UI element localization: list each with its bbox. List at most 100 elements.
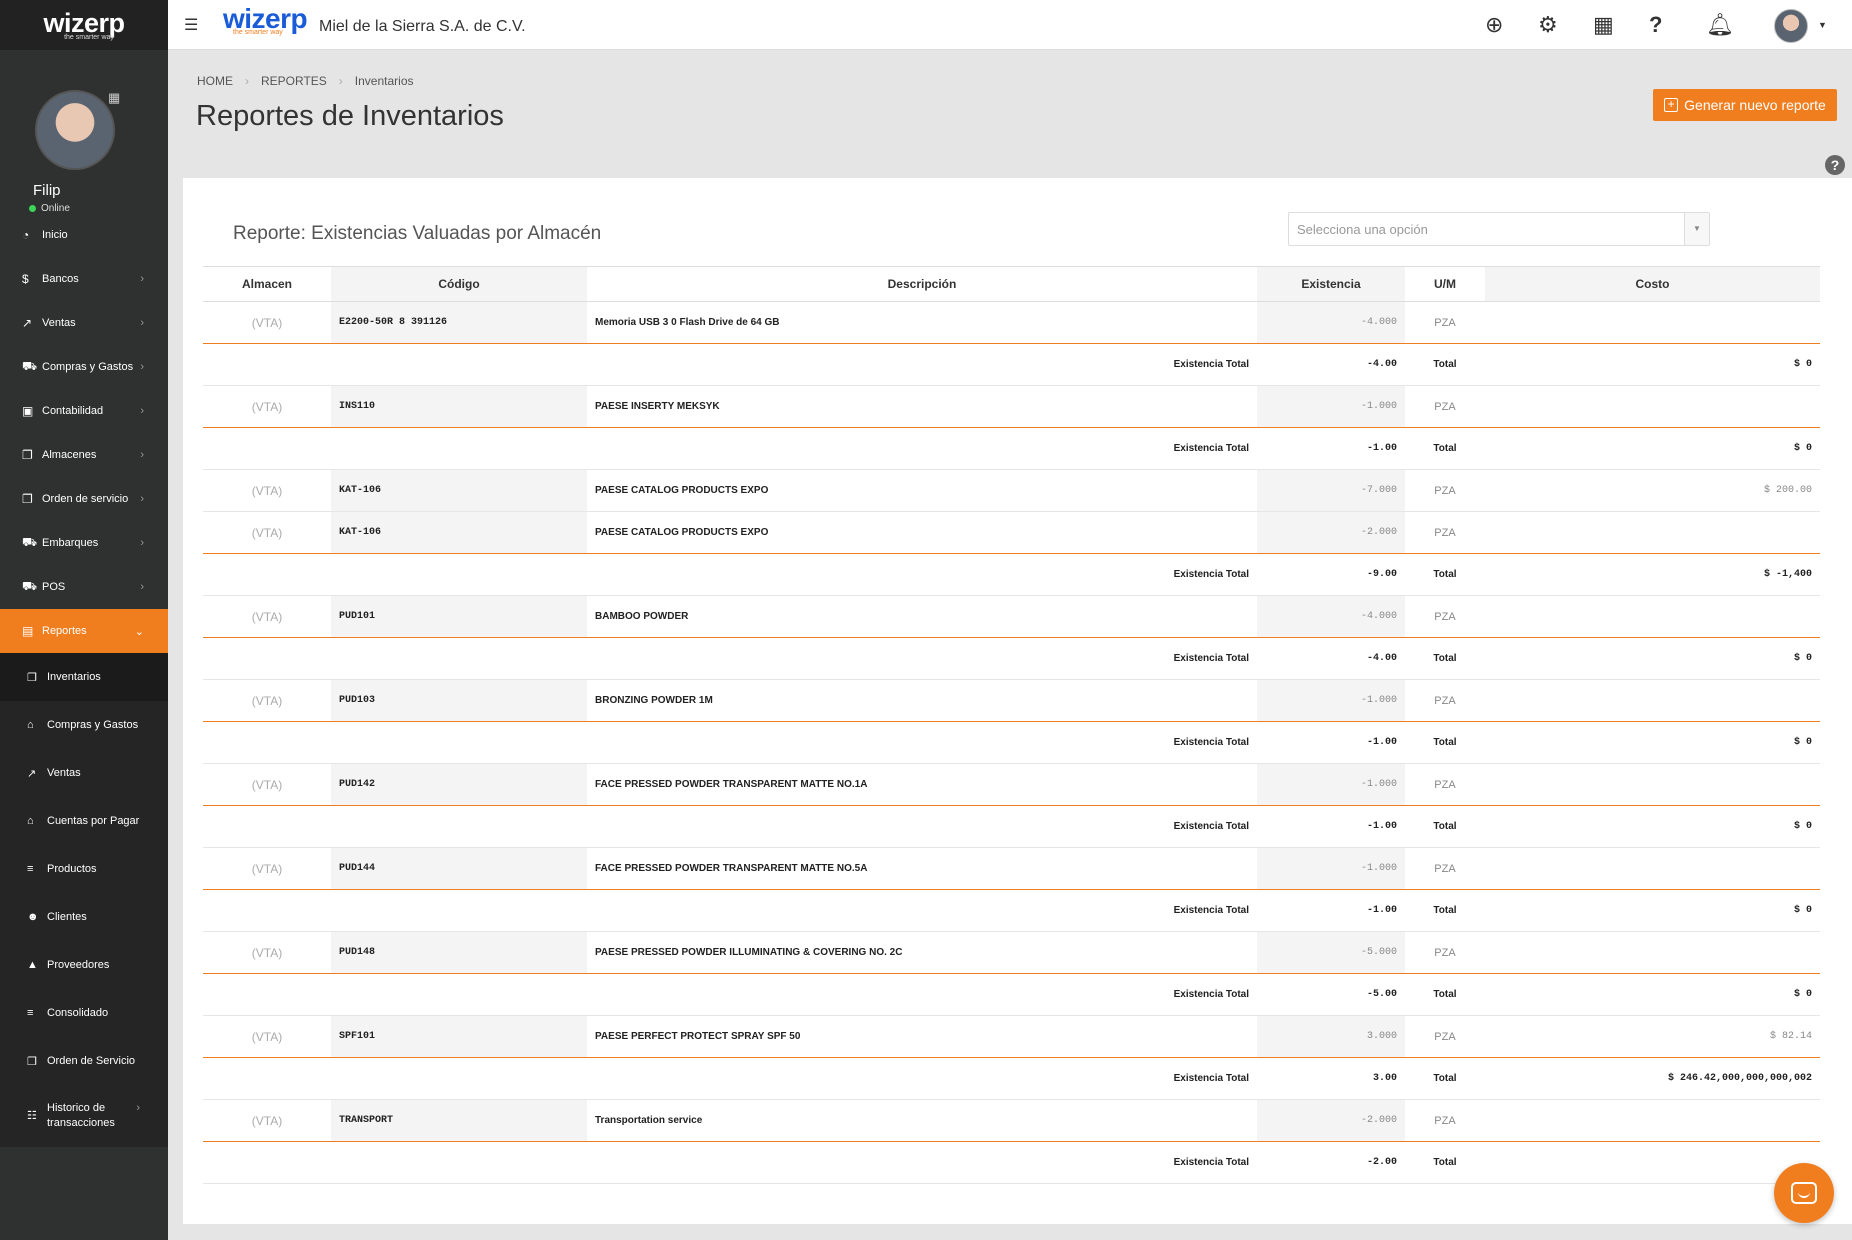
bell-icon[interactable]: 🔔︎	[1706, 12, 1734, 38]
cell-descripcion: FACE PRESSED POWDER TRANSPARENT MATTE NO…	[587, 763, 1257, 806]
table-row[interactable]: (VTA) PUD103 BRONZING POWDER 1M -1.000 PZA	[203, 679, 1820, 722]
sidebar-subitem-8[interactable]: ❐ Orden de Servicio	[0, 1037, 168, 1085]
total-existencia: -2.00	[1257, 1141, 1405, 1184]
gears-icon[interactable]: ⚙	[1538, 12, 1558, 38]
calendar-icon[interactable]: ▦	[1593, 12, 1614, 38]
sidebar-item-5[interactable]: ❐ Almacenes ›	[0, 433, 168, 477]
col-almacen[interactable]: Almacen	[203, 266, 331, 302]
breadcrumb-home[interactable]: HOME	[197, 74, 233, 88]
cell-almacen: (VTA)	[203, 595, 331, 638]
total-word: Total	[1405, 721, 1485, 764]
topbar-logo[interactable]: wizerp the smarter way	[223, 4, 308, 37]
cell-costo	[1485, 385, 1820, 428]
sidebar-item-3[interactable]: ⛟ Compras y Gastos ›	[0, 345, 168, 389]
total-word: Total	[1405, 1141, 1485, 1184]
cell-existencia: -1.000	[1257, 847, 1405, 890]
sidebar-item-label: Ventas	[42, 317, 76, 329]
col-existencia[interactable]: Existencia	[1257, 266, 1405, 302]
topbar-avatar[interactable]	[1774, 9, 1808, 43]
cell-descripcion: PAESE PRESSED POWDER ILLUMINATING & COVE…	[587, 931, 1257, 974]
sidebar-item-8[interactable]: ⛟ POS ›	[0, 565, 168, 609]
table-row[interactable]: (VTA) KAT-106 PAESE CATALOG PRODUCTS EXPO -…	[203, 469, 1820, 512]
breadcrumb-reportes[interactable]: REPORTES	[261, 74, 327, 88]
chevron-right-icon: ›	[140, 537, 144, 549]
cell-descripcion: PAESE INSERTY MEKSYK	[587, 385, 1257, 428]
cell-costo	[1485, 847, 1820, 890]
sidebar-item-2[interactable]: ↗ Ventas ›	[0, 301, 168, 345]
col-costo[interactable]: Costo	[1485, 266, 1820, 302]
sidebar-subitem-9[interactable]: ☷ Historico de transacciones ›	[0, 1085, 168, 1147]
question-icon[interactable]: ?	[1649, 12, 1662, 38]
sidebar-subitem-label: Inventarios	[47, 671, 101, 683]
bars-icon: ≡	[27, 863, 34, 875]
cell-descripcion: PAESE PERFECT PROTECT SPRAY SPF 50	[587, 1015, 1257, 1058]
sidebar-item-7[interactable]: ⛟ Embarques ›	[0, 521, 168, 565]
truck-icon: ⛟	[22, 535, 38, 549]
total-word: Total	[1405, 343, 1485, 386]
table-row[interactable]: (VTA) PUD148 PAESE PRESSED POWDER ILLUMINA…	[203, 931, 1820, 974]
table-row[interactable]: (VTA) PUD144 FACE PRESSED POWDER TRANSPARE…	[203, 847, 1820, 890]
cell-existencia: -2.000	[1257, 511, 1405, 554]
sidebar-item-6[interactable]: ❐ Orden de servicio ›	[0, 477, 168, 521]
calendar-icon[interactable]: ▦	[108, 90, 120, 106]
cell-codigo: TRANSPORT	[331, 1099, 587, 1142]
help-icon[interactable]: ?	[1825, 155, 1845, 175]
copy-icon: ❐	[27, 671, 37, 684]
cell-um: PZA	[1405, 469, 1485, 512]
col-descripcion[interactable]: Descripción	[587, 266, 1257, 302]
total-label: Existencia Total	[203, 637, 1257, 680]
sidebar-logo[interactable]: wizerp the smarter way	[0, 0, 168, 50]
generate-report-button[interactable]: + Generar nuevo reporte	[1653, 89, 1837, 121]
reportes-submenu: ❐ Inventarios ⌂ Compras y Gastos ↗ Ventas ⌂ Cue…	[0, 653, 168, 1147]
sidebar-item-4[interactable]: ▣ Contabilidad ›	[0, 389, 168, 433]
chat-button[interactable]	[1774, 1163, 1834, 1223]
total-label: Existencia Total	[203, 553, 1257, 596]
table-row[interactable]: (VTA) INS110 PAESE INSERTY MEKSYK -1.000 PZA	[203, 385, 1820, 428]
sidebar-subitem-0[interactable]: ❐ Inventarios	[0, 653, 168, 701]
caret-down-icon[interactable]: ▼	[1818, 20, 1827, 30]
table-row[interactable]: (VTA) PUD101 BAMBOO POWDER -4.000 PZA	[203, 595, 1820, 638]
sidebar-subitem-label: Historico de transacciones	[47, 1102, 115, 1129]
report-select[interactable]: Selecciona una opción ▼	[1288, 212, 1710, 246]
total-label: Existencia Total	[203, 805, 1257, 848]
sidebar-item-label: Bancos	[42, 273, 79, 285]
sidebar-item-label: Compras y Gastos	[42, 361, 134, 373]
user-panel: ▦ Filip Online	[0, 50, 168, 214]
sidebar-subitem-7[interactable]: ≡ Consolidado	[0, 989, 168, 1037]
total-label: Existencia Total	[203, 427, 1257, 470]
chevron-right-icon: ›	[140, 405, 144, 417]
table-row[interactable]: (VTA) E2200-50R 8 391126 Memoria USB 3 0 F…	[203, 301, 1820, 344]
hamburger-menu-icon[interactable]: ☰	[184, 15, 198, 35]
sidebar-subitem-6[interactable]: ▲ Proveedores	[0, 941, 168, 989]
cell-existencia: -1.000	[1257, 679, 1405, 722]
cell-costo: $ 82.14	[1485, 1015, 1820, 1058]
col-codigo[interactable]: Código	[331, 266, 587, 302]
avatar[interactable]	[35, 90, 115, 170]
table-row[interactable]: (VTA) KAT-106 PAESE CATALOG PRODUCTS EXPO -…	[203, 511, 1820, 554]
sidebar-subitem-1[interactable]: ⌂ Compras y Gastos	[0, 701, 168, 749]
total-costo: $ 0	[1485, 637, 1820, 680]
table-row[interactable]: (VTA) PUD142 FACE PRESSED POWDER TRANSPARE…	[203, 763, 1820, 806]
sidebar-subitem-4[interactable]: ≡ Productos	[0, 845, 168, 893]
dollar-icon: $	[22, 272, 29, 286]
sidebar-item-1[interactable]: $ Bancos ›	[0, 257, 168, 301]
total-row: Existencia Total -1.00 Total $ 0	[203, 427, 1820, 470]
plus-circle-icon[interactable]: ⊕	[1485, 12, 1503, 38]
cell-costo	[1485, 301, 1820, 344]
table-row[interactable]: (VTA) TRANSPORT Transportation service -2.0…	[203, 1099, 1820, 1142]
cell-almacen: (VTA)	[203, 1099, 331, 1142]
sidebar-item-9[interactable]: ▤ Reportes ⌄	[0, 609, 168, 653]
cell-descripcion: BRONZING POWDER 1M	[587, 679, 1257, 722]
chevron-down-icon: ⌄	[134, 625, 144, 638]
sidebar-item-0[interactable]: ◔ Inicio	[0, 213, 168, 257]
table-row[interactable]: (VTA) SPF101 PAESE PERFECT PROTECT SPRAY S…	[203, 1015, 1820, 1058]
sidebar-subitem-3[interactable]: ⌂ Cuentas por Pagar	[0, 797, 168, 845]
cell-almacen: (VTA)	[203, 301, 331, 344]
sidebar-subitem-2[interactable]: ↗ Ventas	[0, 749, 168, 797]
cell-codigo: INS110	[331, 385, 587, 428]
chevron-right-icon: ›	[140, 581, 144, 593]
select-arrow-icon[interactable]: ▼	[1684, 213, 1709, 245]
sidebar-subitem-5[interactable]: ☻ Clientes	[0, 893, 168, 941]
col-um[interactable]: U/M	[1405, 266, 1485, 302]
breadcrumb-separator-icon: ›	[338, 74, 343, 88]
